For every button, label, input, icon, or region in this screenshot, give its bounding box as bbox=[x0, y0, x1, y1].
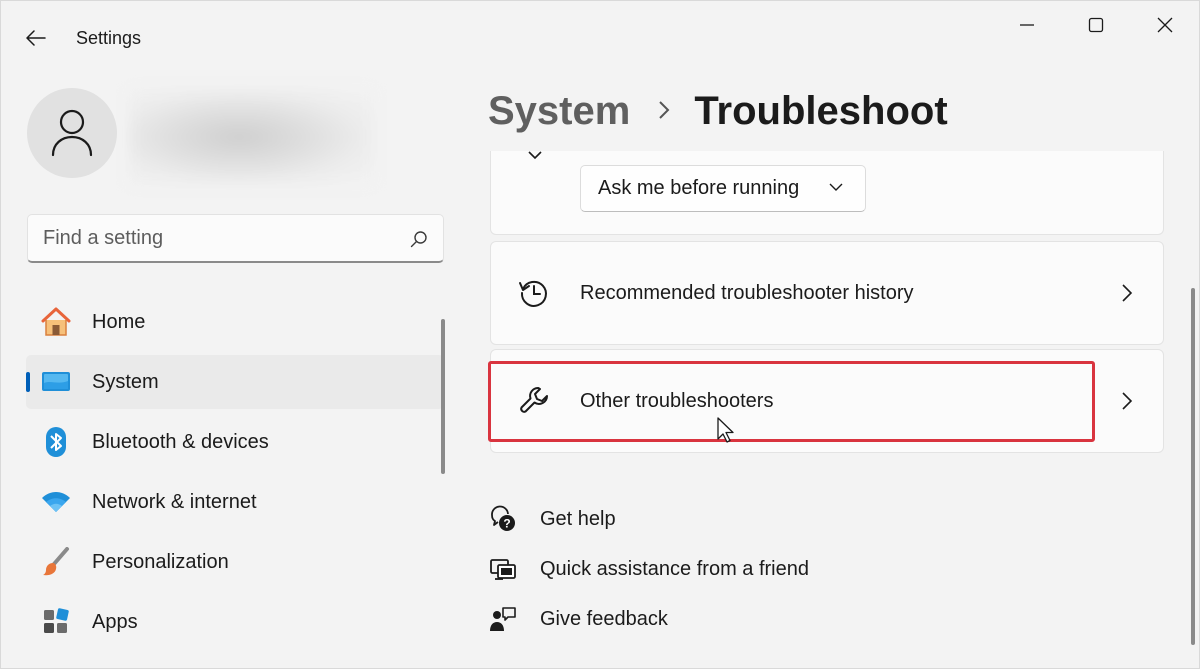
give-feedback-label: Give feedback bbox=[540, 607, 668, 630]
brush-icon bbox=[40, 546, 72, 578]
sidebar-item-label: Home bbox=[92, 310, 146, 333]
sidebar-item-label: Personalization bbox=[92, 550, 229, 573]
back-arrow-icon bbox=[26, 30, 46, 46]
minimize-icon bbox=[1020, 24, 1034, 26]
home-icon bbox=[40, 306, 72, 338]
person-icon bbox=[51, 109, 93, 157]
history-icon bbox=[517, 276, 551, 310]
profile-name-blurred bbox=[129, 89, 374, 185]
sidebar-item-personalization[interactable]: Personalization bbox=[26, 535, 444, 589]
sidebar-item-apps[interactable]: Apps bbox=[26, 595, 444, 649]
main-scrollbar[interactable] bbox=[1191, 288, 1195, 645]
remote-assist-icon bbox=[489, 555, 517, 583]
chevron-right-icon bbox=[1122, 392, 1133, 410]
sidebar-nav: Home System Bluetooth & devices Network … bbox=[26, 295, 444, 655]
search-box[interactable] bbox=[27, 214, 444, 263]
search-icon bbox=[410, 231, 427, 248]
dropdown-value: Ask me before running bbox=[598, 177, 800, 199]
close-icon bbox=[1157, 17, 1173, 33]
sidebar-item-label: System bbox=[92, 370, 159, 393]
feedback-icon bbox=[489, 605, 517, 633]
breadcrumb-parent[interactable]: System bbox=[488, 89, 630, 134]
avatar[interactable] bbox=[27, 88, 117, 178]
wifi-icon bbox=[40, 486, 72, 518]
quick-assist-link[interactable]: Quick assistance from a friend bbox=[489, 554, 809, 584]
highlight-annotation bbox=[488, 361, 1095, 442]
sidebar-scrollbar[interactable] bbox=[441, 319, 445, 474]
sidebar-item-home[interactable]: Home bbox=[26, 295, 444, 349]
chevron-right-icon bbox=[658, 96, 670, 127]
system-icon bbox=[40, 366, 72, 398]
bluetooth-icon bbox=[40, 426, 72, 458]
app-title: Settings bbox=[76, 28, 142, 48]
mouse-cursor-icon bbox=[717, 417, 734, 443]
sidebar-item-bluetooth[interactable]: Bluetooth & devices bbox=[26, 415, 444, 469]
page-title: Troubleshoot bbox=[694, 89, 948, 133]
give-feedback-link[interactable]: Give feedback bbox=[489, 604, 668, 634]
minimize-button[interactable] bbox=[1007, 11, 1047, 39]
sidebar-item-label: Bluetooth & devices bbox=[92, 430, 269, 453]
recommended-settings-card: Ask me before running bbox=[490, 151, 1164, 235]
quick-assist-label: Quick assistance from a friend bbox=[540, 557, 809, 580]
chevron-down-icon bbox=[829, 183, 843, 191]
breadcrumb: System Troubleshoot bbox=[488, 89, 948, 134]
close-button[interactable] bbox=[1145, 11, 1185, 39]
active-indicator bbox=[26, 372, 30, 392]
chevron-right-icon bbox=[1122, 284, 1133, 302]
svg-text:?: ? bbox=[503, 517, 510, 531]
run-troubleshooter-dropdown[interactable]: Ask me before running bbox=[580, 165, 866, 212]
get-help-label: Get help bbox=[540, 507, 616, 530]
history-label: Recommended troubleshooter history bbox=[580, 281, 914, 304]
chevron-down-icon bbox=[528, 151, 542, 160]
troubleshooter-history-card[interactable]: Recommended troubleshooter history bbox=[490, 241, 1164, 345]
search-input[interactable] bbox=[28, 215, 443, 261]
apps-icon bbox=[40, 606, 72, 638]
sidebar-item-network[interactable]: Network & internet bbox=[26, 475, 444, 529]
sidebar-item-system[interactable]: System bbox=[26, 355, 444, 409]
help-chat-icon: ? bbox=[489, 505, 517, 533]
sidebar-item-label: Network & internet bbox=[92, 490, 257, 513]
sidebar-item-label: Apps bbox=[92, 610, 138, 633]
back-button[interactable] bbox=[23, 25, 49, 51]
get-help-link[interactable]: ? Get help bbox=[489, 504, 616, 534]
maximize-button[interactable] bbox=[1076, 11, 1116, 39]
maximize-icon bbox=[1088, 17, 1104, 33]
settings-window: Settings Find a setting Home System Blue… bbox=[0, 0, 1200, 669]
